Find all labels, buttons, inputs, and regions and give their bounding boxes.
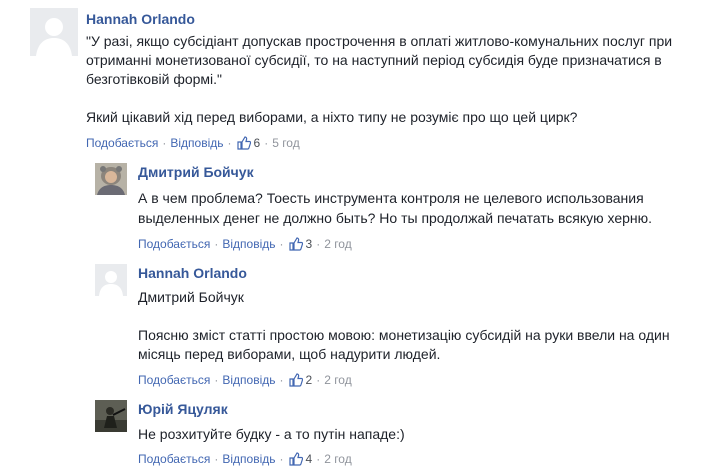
reply-link[interactable]: Відповідь — [222, 236, 275, 252]
comment-actions: Подобається · Відповідь · 3 · 2 год — [138, 236, 698, 252]
reply-link[interactable]: Відповідь — [222, 372, 275, 388]
separator: · — [264, 136, 269, 150]
default-profile-icon[interactable] — [95, 264, 127, 296]
separator: · — [227, 136, 232, 150]
timestamp[interactable]: 5 год — [272, 135, 300, 151]
separator: · — [279, 452, 284, 466]
timestamp[interactable]: 2 год — [324, 236, 352, 252]
comment-author[interactable]: Юрій Яцуляк — [138, 400, 228, 418]
like-link[interactable]: Подобається — [138, 451, 210, 467]
separator: · — [279, 237, 284, 251]
comment-text: А в чем проблема? Тоесть инструмента кон… — [138, 190, 653, 226]
comment-author[interactable]: Hannah Orlando — [86, 10, 195, 28]
comment-actions: Подобається · Відповідь · 6 · 5 год — [86, 135, 686, 151]
comment-author[interactable]: Hannah Orlando — [138, 264, 247, 282]
thumbs-up-icon[interactable] — [288, 237, 303, 251]
thumbs-up-icon[interactable] — [288, 452, 303, 466]
separator: · — [214, 452, 219, 466]
comment-actions: Подобається · Відповідь · 2 · 2 год — [138, 372, 698, 388]
separator: · — [316, 373, 321, 387]
thumbs-up-icon[interactable] — [236, 136, 251, 150]
comment-author[interactable]: Дмитрий Бойчук — [138, 163, 254, 181]
comment-text: Дмитрий Бойчук — [138, 289, 244, 305]
separator: · — [214, 237, 219, 251]
user-avatar-photo[interactable] — [95, 400, 127, 432]
like-count: 6 — [253, 136, 261, 150]
separator: · — [162, 136, 167, 150]
comment-text: Не розхитуйте будку - а то путін нападе:… — [138, 426, 405, 442]
like-link[interactable]: Подобається — [138, 372, 210, 388]
comment-text: "У разі, якщо субсідіант допускав простр… — [86, 33, 676, 87]
separator: · — [316, 237, 321, 251]
comment-actions: Подобається · Відповідь · 4 · 2 год — [138, 451, 698, 467]
like-count: 2 — [305, 373, 313, 387]
comment-text: Який цікавий хід перед виборами, а ніхто… — [86, 109, 578, 125]
comment-text: Поясню зміст статті простою мовою: монет… — [138, 327, 674, 362]
like-count: 4 — [305, 452, 313, 466]
timestamp[interactable]: 2 год — [324, 372, 352, 388]
default-profile-icon[interactable] — [30, 8, 78, 56]
separator: · — [316, 452, 321, 466]
user-avatar-photo[interactable] — [95, 163, 127, 195]
separator: · — [214, 373, 219, 387]
separator: · — [279, 373, 284, 387]
reply-link[interactable]: Відповідь — [222, 451, 275, 467]
timestamp[interactable]: 2 год — [324, 451, 352, 467]
reply-link[interactable]: Відповідь — [170, 135, 223, 151]
like-link[interactable]: Подобається — [86, 135, 158, 151]
like-count: 3 — [305, 237, 313, 251]
like-link[interactable]: Подобається — [138, 236, 210, 252]
thumbs-up-icon[interactable] — [288, 373, 303, 387]
